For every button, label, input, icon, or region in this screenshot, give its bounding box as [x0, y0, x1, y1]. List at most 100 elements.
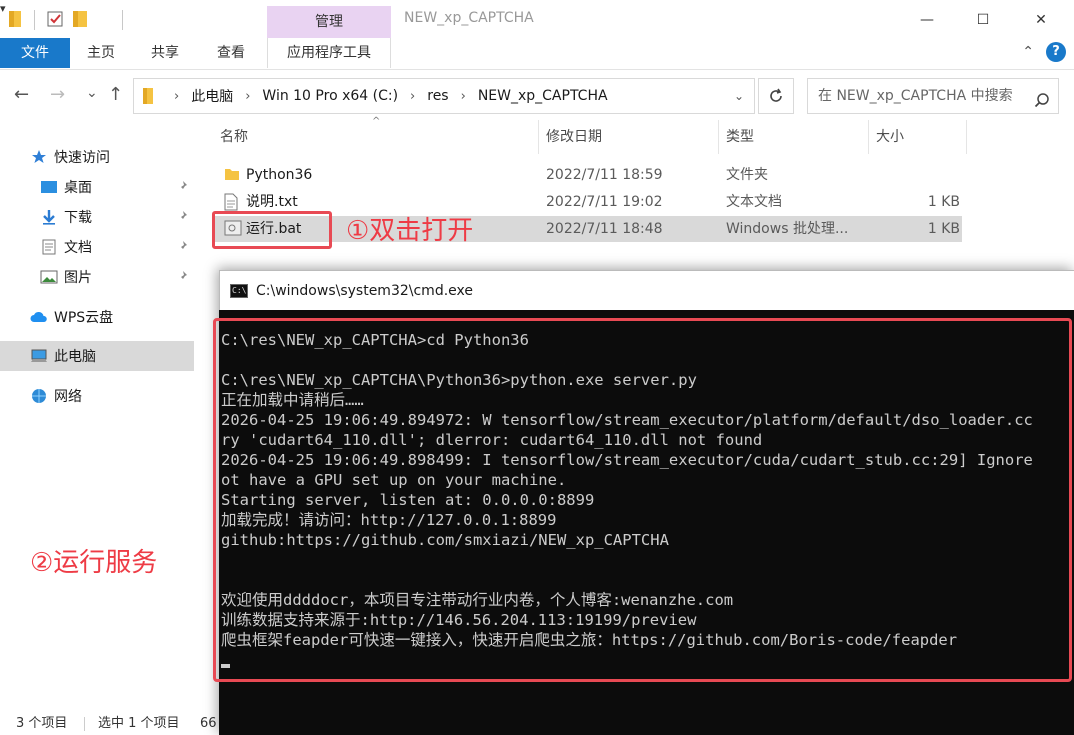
minimize-icon: —: [920, 12, 934, 28]
file-size: 1 KB: [927, 194, 960, 210]
column-header-date-modified[interactable]: 修改日期: [546, 120, 602, 154]
tab-view[interactable]: 查看: [200, 38, 262, 68]
file-size: 1 KB: [927, 221, 960, 237]
ribbon: 文件 主页 共享 查看 应用程序工具 ⌃ ?: [0, 38, 1074, 70]
console-icon: C:\: [230, 283, 248, 298]
maximize-button[interactable]: ☐: [968, 8, 998, 32]
close-icon: ✕: [1035, 12, 1047, 28]
table-row[interactable]: Python36 2022/7/11 18:59 文件夹: [214, 162, 962, 188]
status-item-count: 3 个项目: [16, 716, 68, 731]
breadcrumb-separator[interactable]: ›: [461, 89, 466, 104]
highlight-box-run-bat: [212, 211, 332, 249]
up-arrow-icon[interactable]: ↑: [108, 84, 123, 105]
recent-locations-chevron-icon[interactable]: ⌄: [86, 85, 98, 101]
properties-icon[interactable]: [46, 10, 64, 28]
explorer-title-bar: ▾ 管理 NEW_xp_CAPTCHA — ☐ ✕: [0, 0, 1074, 40]
address-history-chevron-icon[interactable]: ⌄: [734, 89, 744, 103]
sidebar-item-quick-access[interactable]: 快速访问: [0, 142, 194, 172]
back-arrow-icon[interactable]: ←: [14, 84, 29, 105]
sort-ascending-icon: ^: [372, 116, 381, 127]
ribbon-controls: ⌃ ?: [1022, 42, 1066, 62]
sidebar-item-network[interactable]: 网络: [0, 381, 194, 411]
computer-icon: [30, 347, 48, 365]
cmd-window-title: C:\windows\system32\cmd.exe: [256, 282, 473, 299]
pin-icon: [176, 180, 188, 196]
breadcrumb-separator[interactable]: ›: [410, 89, 415, 104]
status-bar: 3 个项目 选中 1 个项目 66: [0, 713, 220, 735]
sidebar-item-downloads[interactable]: 下载: [0, 202, 194, 232]
new-folder-icon[interactable]: [72, 10, 88, 28]
help-icon[interactable]: ?: [1046, 42, 1066, 62]
column-divider[interactable]: [538, 120, 539, 154]
search-placeholder: 在 NEW_xp_CAPTCHA 中搜索: [818, 88, 1013, 104]
file-type: Windows 批处理...: [726, 221, 849, 237]
close-button[interactable]: ✕: [1026, 8, 1056, 32]
column-divider[interactable]: [966, 120, 967, 154]
file-type: 文本文档: [726, 194, 782, 210]
desktop-icon: [40, 178, 58, 196]
sidebar-item-label: 文档: [64, 240, 92, 256]
address-bar[interactable]: › 此电脑 › Win 10 Pro x64 (C:) › res › NEW_…: [133, 78, 755, 114]
toolbar-divider: [34, 10, 35, 30]
sidebar-item-label: 快速访问: [54, 150, 110, 166]
sidebar-item-desktop[interactable]: 桌面: [0, 172, 194, 202]
status-divider: [84, 717, 85, 731]
pin-icon: [176, 240, 188, 256]
picture-icon: [40, 268, 58, 286]
column-divider[interactable]: [868, 120, 869, 154]
navigation-pane: 快速访问 桌面 下载 文档 图片 WPS云盘 此电脑 网络: [0, 120, 196, 715]
column-header-name[interactable]: 名称: [220, 120, 248, 154]
breadcrumb-separator[interactable]: ›: [174, 89, 179, 104]
refresh-button[interactable]: [758, 78, 794, 114]
file-date: 2022/7/11 18:48: [546, 221, 663, 237]
minimize-button[interactable]: —: [912, 8, 942, 32]
navigation-bar: ← → ⌄ ↑ › 此电脑 › Win 10 Pro x64 (C:) › re…: [0, 72, 1074, 118]
breadcrumb-this-pc[interactable]: 此电脑: [191, 86, 233, 106]
tab-file[interactable]: 文件: [0, 38, 70, 68]
window-title: NEW_xp_CAPTCHA: [404, 10, 534, 26]
sidebar-item-label: 桌面: [64, 180, 92, 196]
pin-icon: [176, 210, 188, 226]
tab-home[interactable]: 主页: [70, 38, 132, 68]
sidebar-item-label: 下载: [64, 210, 92, 226]
customize-toolbar-chevron-icon[interactable]: ▾: [0, 2, 6, 15]
cloud-icon: [30, 308, 48, 326]
cmd-title-bar[interactable]: C:\ C:\windows\system32\cmd.exe: [219, 270, 1074, 310]
file-type: 文件夹: [726, 167, 768, 183]
column-divider[interactable]: [718, 120, 719, 154]
folder-icon: [142, 87, 154, 105]
search-input[interactable]: 在 NEW_xp_CAPTCHA 中搜索: [807, 78, 1059, 114]
forward-arrow-icon[interactable]: →: [50, 84, 65, 105]
tab-manage[interactable]: 管理: [267, 6, 391, 38]
sidebar-item-wps-cloud[interactable]: WPS云盘: [0, 302, 194, 332]
breadcrumb-drive-c[interactable]: Win 10 Pro x64 (C:): [262, 88, 398, 104]
sidebar-item-pictures[interactable]: 图片: [0, 262, 194, 292]
breadcrumb-new-xp-captcha[interactable]: NEW_xp_CAPTCHA: [478, 88, 608, 104]
maximize-icon: ☐: [976, 12, 990, 28]
refresh-icon: [770, 88, 782, 102]
sidebar-item-label: 此电脑: [54, 349, 96, 365]
sidebar-item-label: 网络: [54, 389, 82, 405]
column-header-type[interactable]: 类型: [726, 120, 754, 154]
pin-icon: [176, 270, 188, 286]
breadcrumb-separator[interactable]: ›: [245, 89, 250, 104]
file-name: Python36: [246, 167, 313, 183]
download-icon: [40, 208, 58, 226]
file-date: 2022/7/11 18:59: [546, 167, 663, 183]
search-icon: [1034, 87, 1050, 121]
tab-application-tools[interactable]: 应用程序工具: [267, 38, 391, 68]
network-icon: [30, 387, 48, 405]
star-icon: [30, 148, 48, 166]
folder-icon: [224, 166, 240, 186]
annotation-step-2: ②运行服务: [30, 548, 158, 578]
sidebar-item-label: WPS云盘: [54, 310, 114, 326]
tab-share[interactable]: 共享: [134, 38, 196, 68]
collapse-ribbon-icon[interactable]: ⌃: [1022, 44, 1034, 60]
breadcrumb-res[interactable]: res: [427, 88, 448, 104]
document-icon: [40, 238, 58, 256]
sidebar-item-documents[interactable]: 文档: [0, 232, 194, 262]
status-selected-size: 66: [200, 716, 217, 731]
column-header-size[interactable]: 大小: [876, 120, 904, 154]
sidebar-item-this-pc[interactable]: 此电脑: [0, 341, 194, 371]
file-date: 2022/7/11 19:02: [546, 194, 663, 210]
